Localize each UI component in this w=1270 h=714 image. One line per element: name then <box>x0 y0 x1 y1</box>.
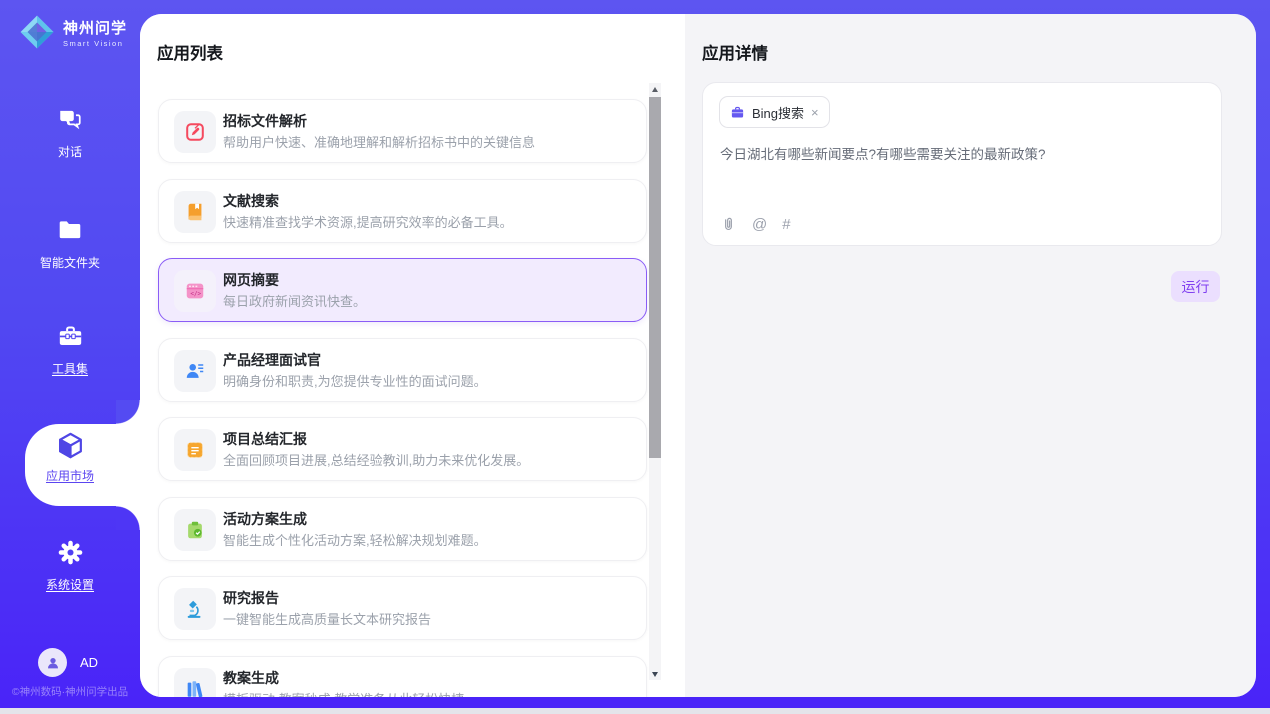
active-nav-notch-top <box>116 400 140 424</box>
prompt-text[interactable]: 今日湖北有哪些新闻要点?有哪些需要关注的最新政策? <box>720 145 1200 165</box>
app-desc: 帮助用户快速、准确地理解和解析招标书中的关键信息 <box>223 132 535 151</box>
app-detail-panel: 应用详情 Bing搜索 × 今日湖北有哪些新闻要点?有哪些需要关注的最新政策? <box>685 14 1256 697</box>
sidebar-item-label: 工具集 <box>0 360 140 377</box>
diamond-logo-icon <box>18 13 56 51</box>
sidebar-item-4[interactable]: 系统设置 <box>0 539 140 593</box>
app-desc: 模板驱动,教案秒成,教学准备从此轻松快捷 <box>223 689 464 698</box>
bottom-strip <box>0 708 1270 714</box>
hash-icon[interactable]: # <box>782 216 790 233</box>
clipboard-check-icon <box>174 509 216 551</box>
app-card-3[interactable]: 产品经理面试官明确身份和职责,为您提供专业性的面试问题。 <box>158 338 647 402</box>
app-desc: 每日政府新闻资讯快查。 <box>223 291 366 310</box>
app-desc: 智能生成个性化活动方案,轻松解决规划难题。 <box>223 530 487 549</box>
scrollbar-thumb[interactable] <box>649 97 661 458</box>
active-nav-notch-bottom <box>116 506 140 530</box>
tool-chip-label: Bing搜索 <box>752 103 804 122</box>
cube-icon <box>55 430 86 457</box>
app-name: 活动方案生成 <box>223 509 307 529</box>
scroll-up-button[interactable] <box>649 83 661 95</box>
brand-name: 神州问学 <box>63 20 127 37</box>
app-name: 项目总结汇报 <box>223 429 307 449</box>
sidebar-item-label: 智能文件夹 <box>0 254 140 271</box>
composer-toolbar: @ # <box>720 216 791 233</box>
summary-note-icon <box>174 429 216 471</box>
person-icon <box>45 655 61 671</box>
sidebar-item-label: 对话 <box>0 143 140 160</box>
books-icon <box>174 668 216 698</box>
app-name: 研究报告 <box>223 588 279 608</box>
app-card-4[interactable]: 项目总结汇报全面回顾项目进展,总结经验教训,助力未来优化发展。 <box>158 417 647 481</box>
app-cards: 招标文件解析帮助用户快速、准确地理解和解析招标书中的关键信息文献搜索快速精准查找… <box>140 14 685 697</box>
scroll-down-button[interactable] <box>649 668 661 680</box>
app-card-6[interactable]: 研究报告一键智能生成高质量长文本研究报告 <box>158 576 647 640</box>
gear-icon <box>57 539 84 566</box>
at-mention-icon[interactable]: @ <box>752 216 767 233</box>
toolbox-icon <box>57 323 84 350</box>
app-list-panel: 应用列表 招标文件解析帮助用户快速、准确地理解和解析招标书中的关键信息文献搜索快… <box>140 14 685 697</box>
svg-text:</>: </> <box>190 291 201 298</box>
copyright-text: ©神州数码·神州问学出品 <box>0 684 140 699</box>
user-name: AD <box>80 655 98 670</box>
app-name: 教案生成 <box>223 668 279 688</box>
user-row[interactable]: AD <box>38 648 98 677</box>
app-detail-title: 应用详情 <box>702 40 768 64</box>
interviewer-icon <box>174 350 216 392</box>
app-desc: 全面回顾项目进展,总结经验教训,助力未来优化发展。 <box>223 450 529 469</box>
app-card-2[interactable]: </> 网页摘要每日政府新闻资讯快查。 <box>158 258 647 322</box>
run-button[interactable]: 运行 <box>1171 271 1220 302</box>
folder-icon <box>57 217 83 244</box>
briefcase-icon <box>730 105 745 120</box>
sidebar-item-label: 应用市场 <box>0 467 140 484</box>
brand-tagline: Smart Vision <box>63 39 127 48</box>
app-desc: 一键智能生成高质量长文本研究报告 <box>223 609 431 628</box>
prompt-card: Bing搜索 × 今日湖北有哪些新闻要点?有哪些需要关注的最新政策? @ # <box>702 82 1222 246</box>
avatar[interactable] <box>38 648 67 677</box>
book-icon <box>174 191 216 233</box>
app-name: 网页摘要 <box>223 270 279 290</box>
sidebar: 神州问学 Smart Vision 对话智能文件夹工具集应用市场系统设置 AD … <box>0 0 140 714</box>
chip-close-icon[interactable]: × <box>811 106 819 119</box>
arrow-up-icon <box>652 87 658 92</box>
app-desc: 明确身份和职责,为您提供专业性的面试问题。 <box>223 371 487 390</box>
app-desc: 快速精准查找学术资源,提高研究效率的必备工具。 <box>223 212 513 231</box>
app-card-5[interactable]: 活动方案生成智能生成个性化活动方案,轻松解决规划难题。 <box>158 497 647 561</box>
microscope-icon <box>174 588 216 630</box>
app-card-1[interactable]: 文献搜索快速精准查找学术资源,提高研究效率的必备工具。 <box>158 179 647 243</box>
paperclip-icon[interactable] <box>720 216 737 233</box>
app-card-7[interactable]: 教案生成模板驱动,教案秒成,教学准备从此轻松快捷 <box>158 656 647 698</box>
brand-logo: 神州问学 Smart Vision <box>18 13 127 51</box>
sidebar-item-0[interactable]: 对话 <box>0 106 140 160</box>
arrow-down-icon <box>652 672 658 677</box>
app-window: 神州问学 Smart Vision 对话智能文件夹工具集应用市场系统设置 AD … <box>0 0 1270 714</box>
app-name: 产品经理面试官 <box>223 350 321 370</box>
sidebar-item-2[interactable]: 工具集 <box>0 323 140 377</box>
document-edit-icon <box>174 111 216 153</box>
content-panel: 应用列表 招标文件解析帮助用户快速、准确地理解和解析招标书中的关键信息文献搜索快… <box>140 14 1256 697</box>
scrollbar[interactable] <box>649 83 661 680</box>
app-card-0[interactable]: 招标文件解析帮助用户快速、准确地理解和解析招标书中的关键信息 <box>158 99 647 163</box>
chat-icon <box>57 106 83 133</box>
sidebar-item-1[interactable]: 智能文件夹 <box>0 217 140 271</box>
sidebar-item-label: 系统设置 <box>0 576 140 593</box>
app-name: 文献搜索 <box>223 191 279 211</box>
sidebar-item-3[interactable]: 应用市场 <box>0 430 140 484</box>
webpage-code-icon: </> <box>174 270 216 312</box>
tool-chip-bing-search[interactable]: Bing搜索 × <box>719 96 830 128</box>
app-name: 招标文件解析 <box>223 111 307 131</box>
